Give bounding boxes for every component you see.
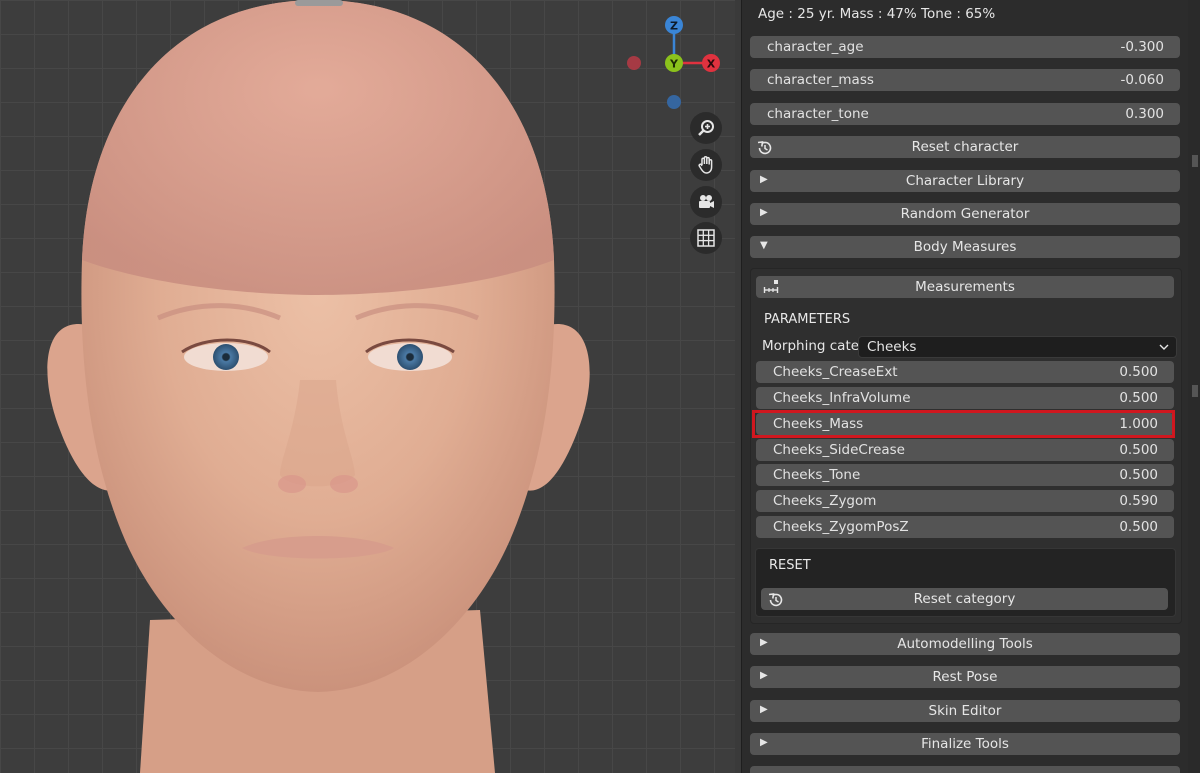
- axis-gizmo[interactable]: Z X Y: [620, 10, 730, 110]
- reset-history-icon: [757, 141, 772, 155]
- morphing-category-label: Morphing cate..: [762, 338, 868, 354]
- slider-label: Cheeks_Tone: [773, 467, 861, 483]
- morphing-category-row: Morphing cate.. Cheeks: [762, 336, 1177, 358]
- axis-neg-z-dot[interactable]: [667, 95, 681, 109]
- random-generator-section[interactable]: ▶ Random Generator: [750, 203, 1180, 225]
- section-label: Rest Pose: [932, 669, 998, 685]
- morph-slider-cheeks-zygom[interactable]: Cheeks_Zygom 0.590: [756, 490, 1174, 512]
- disclosure-triangle-icon: ▶: [760, 207, 768, 218]
- camera-view-button[interactable]: [690, 186, 722, 218]
- section-label: Character Library: [905, 173, 1025, 189]
- ortho-grid-button[interactable]: [690, 222, 722, 254]
- disclosure-triangle-icon: ▶: [760, 174, 768, 185]
- body-measures-section[interactable]: ▼ Body Measures: [750, 236, 1180, 258]
- morph-slider-cheeks-tone[interactable]: Cheeks_Tone 0.500: [756, 464, 1174, 486]
- slider-value: 0.500: [1119, 467, 1158, 483]
- section-label: Finalize Tools: [921, 736, 1009, 752]
- slider-label: character_tone: [767, 106, 869, 122]
- section-label: Random Generator: [900, 206, 1030, 222]
- scroll-marker: [1192, 155, 1198, 167]
- slider-value: 0.500: [1119, 364, 1158, 380]
- slider-value: -0.300: [1120, 39, 1164, 55]
- rest-pose-section[interactable]: ▶ Rest Pose: [750, 666, 1180, 688]
- section-label: Skin Editor: [928, 703, 1002, 719]
- morph-slider-cheeks-infravolume[interactable]: Cheeks_InfraVolume 0.500: [756, 387, 1174, 409]
- slider-value: 0.500: [1119, 519, 1158, 535]
- morphing-category-select[interactable]: Cheeks: [858, 336, 1177, 358]
- disclosure-triangle-icon: ▶: [760, 704, 768, 715]
- grid-icon: [697, 229, 715, 247]
- panel-scroll-edge[interactable]: [1188, 0, 1200, 773]
- camera-icon: [699, 195, 714, 208]
- zoom-button[interactable]: [690, 112, 722, 144]
- slider-value: -0.060: [1120, 72, 1164, 88]
- reset-heading: RESET: [769, 558, 811, 573]
- scroll-marker: [1192, 385, 1198, 397]
- disclosure-triangle-icon: ▶: [760, 637, 768, 648]
- section-label: Body Measures: [913, 239, 1017, 255]
- skin-editor-section[interactable]: ▶ Skin Editor: [750, 700, 1180, 722]
- reset-history-icon: [768, 593, 783, 607]
- slider-value: 0.500: [1119, 442, 1158, 458]
- disclosure-triangle-expanded-icon: ▼: [760, 240, 768, 251]
- measurements-button[interactable]: Measurements: [756, 276, 1174, 298]
- 3d-viewport[interactable]: Z X Y: [0, 0, 735, 773]
- reset-category-button[interactable]: Reset category: [761, 588, 1168, 610]
- slider-label: Cheeks_InfraVolume: [773, 390, 911, 406]
- slider-label: Cheeks_Zygom: [773, 493, 877, 509]
- morph-slider-cheeks-creaseext[interactable]: Cheeks_CreaseExt 0.500: [756, 361, 1174, 383]
- slider-label: Cheeks_SideCrease: [773, 442, 905, 458]
- axis-y-label: Y: [669, 58, 679, 71]
- reset-character-button[interactable]: Reset character: [750, 136, 1180, 158]
- slider-label: Cheeks_Mass: [773, 416, 864, 432]
- next-section-partial[interactable]: [750, 766, 1180, 773]
- slider-value: 0.590: [1119, 493, 1158, 509]
- character-head-render: [47, 0, 590, 773]
- slider-label: Cheeks_CreaseExt: [773, 364, 898, 380]
- axis-neg-x-dot[interactable]: [627, 56, 641, 70]
- parameters-heading: PARAMETERS: [764, 312, 851, 327]
- slider-value: 0.300: [1125, 106, 1164, 122]
- character-library-section[interactable]: ▶ Character Library: [750, 170, 1180, 192]
- axis-z-label: Z: [670, 20, 678, 33]
- character-tone-slider[interactable]: character_tone 0.300: [750, 103, 1180, 125]
- character-stats: Age : 25 yr. Mass : 47% Tone : 65%: [758, 6, 996, 22]
- disclosure-triangle-icon: ▶: [760, 737, 768, 748]
- morph-slider-cheeks-zygomposz[interactable]: Cheeks_ZygomPosZ 0.500: [756, 516, 1174, 538]
- button-label: Measurements: [915, 279, 1015, 295]
- hand-pan-icon: [698, 156, 713, 174]
- finalize-tools-section[interactable]: ▶ Finalize Tools: [750, 733, 1180, 755]
- sidebar-panel: Age : 25 yr. Mass : 47% Tone : 65% chara…: [741, 0, 1189, 773]
- morph-slider-cheeks-mass[interactable]: Cheeks_Mass 1.000: [756, 413, 1174, 435]
- slider-label: character_mass: [767, 72, 874, 88]
- slider-value: 1.000: [1119, 416, 1158, 432]
- ruler-icon: [763, 280, 779, 293]
- morph-slider-cheeks-sidecrease[interactable]: Cheeks_SideCrease 0.500: [756, 439, 1174, 461]
- character-age-slider[interactable]: character_age -0.300: [750, 36, 1180, 58]
- button-label: Reset character: [911, 139, 1019, 155]
- section-label: Automodelling Tools: [897, 636, 1033, 652]
- disclosure-triangle-icon: ▶: [760, 670, 768, 681]
- pan-button[interactable]: [690, 149, 722, 181]
- slider-label: Cheeks_ZygomPosZ: [773, 519, 909, 535]
- character-mass-slider[interactable]: character_mass -0.060: [750, 69, 1180, 91]
- zoom-icon: [698, 120, 714, 136]
- axis-x-label: X: [707, 58, 716, 71]
- selected-category: Cheeks: [867, 339, 917, 355]
- button-label: Reset category: [913, 591, 1016, 607]
- chevron-down-icon: [1159, 344, 1169, 350]
- slider-label: character_age: [767, 39, 864, 55]
- automodelling-tools-section[interactable]: ▶ Automodelling Tools: [750, 633, 1180, 655]
- slider-value: 0.500: [1119, 390, 1158, 406]
